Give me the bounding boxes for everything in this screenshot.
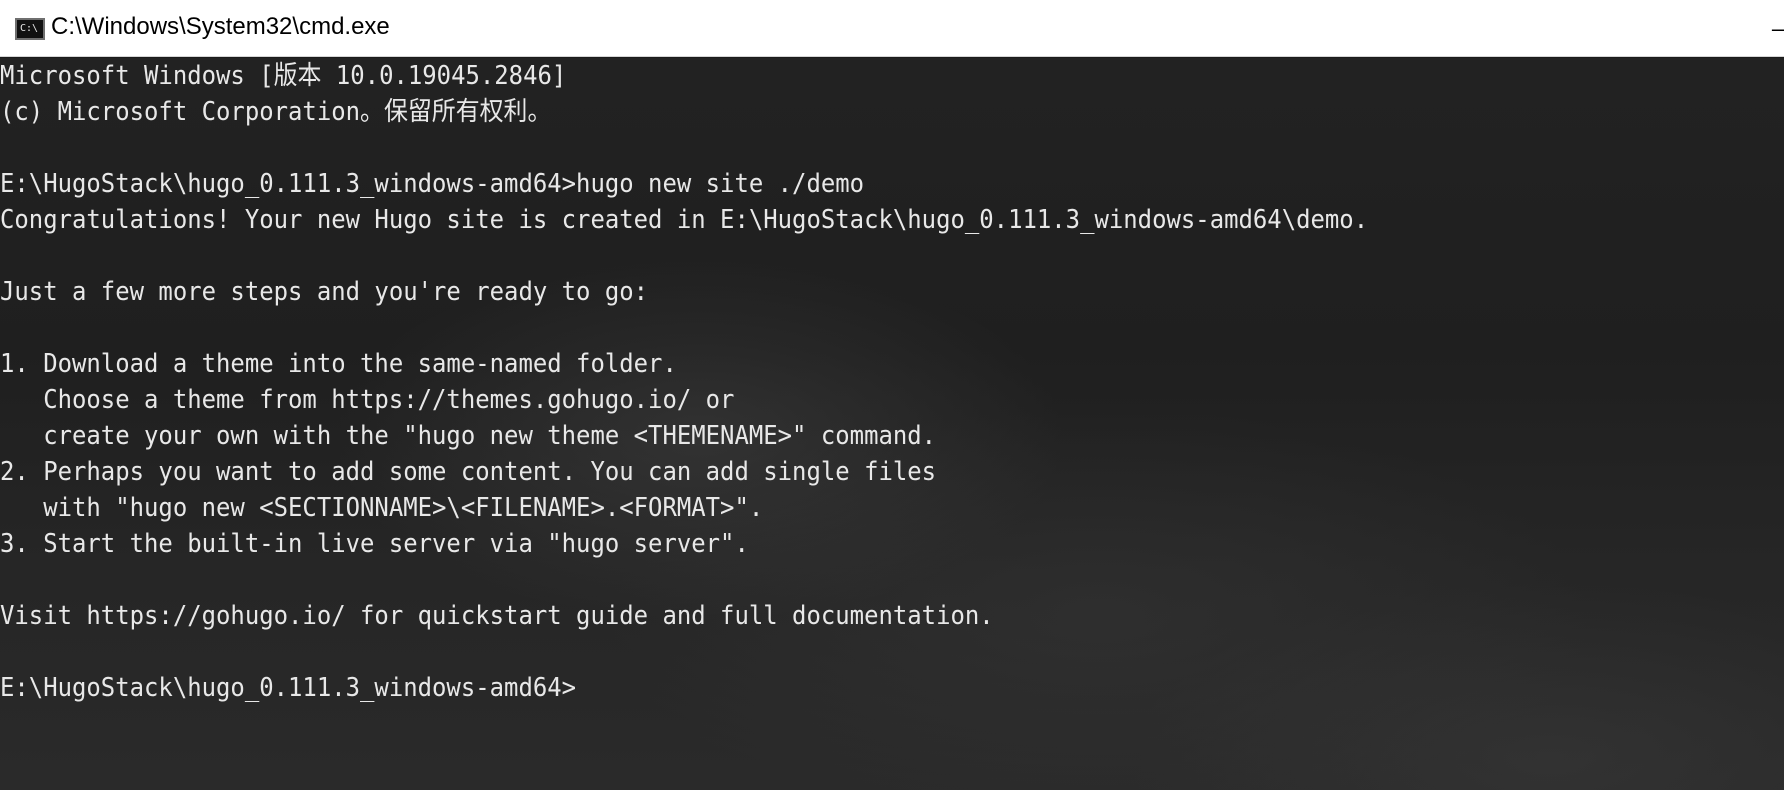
console-line: 1. Download a theme into the same-named … bbox=[0, 349, 677, 379]
console-line: E:\HugoStack\hugo_0.111.3_windows-amd64>… bbox=[0, 169, 865, 199]
console-line: 3. Start the built-in live server via "h… bbox=[0, 529, 749, 559]
console-line: with "hugo new <SECTIONNAME>\<FILENAME>.… bbox=[0, 493, 764, 523]
cmd-window: C:\ C:\Windows\System32\cmd.exe – Micros… bbox=[0, 0, 1784, 790]
console-line: (c) Microsoft Corporation。保留所有权利。 bbox=[0, 97, 552, 127]
console-lines: Microsoft Windows [版本 10.0.19045.2846] (… bbox=[0, 58, 1487, 706]
cmd-app-icon[interactable]: C:\ bbox=[15, 18, 45, 40]
minimize-button[interactable]: – bbox=[1755, 0, 1784, 57]
command-prompt[interactable]: E:\HugoStack\hugo_0.111.3_windows-amd64> bbox=[0, 670, 1368, 706]
window-title: C:\Windows\System32\cmd.exe bbox=[51, 13, 390, 40]
console-line: Visit https://gohugo.io/ for quickstart … bbox=[0, 601, 994, 631]
console-line: Choose a theme from https://themes.gohug… bbox=[0, 385, 735, 415]
console-output[interactable]: Microsoft Windows [版本 10.0.19045.2846] (… bbox=[0, 58, 1784, 790]
console-line: 2. Perhaps you want to add some content.… bbox=[0, 457, 937, 487]
title-bar[interactable]: C:\ C:\Windows\System32\cmd.exe – bbox=[0, 0, 1784, 57]
console-line: Microsoft Windows [版本 10.0.19045.2846] bbox=[0, 61, 567, 91]
console-line: Congratulations! Your new Hugo site is c… bbox=[0, 205, 1369, 235]
console-line: create your own with the "hugo new theme… bbox=[0, 421, 937, 451]
console-line: Just a few more steps and you're ready t… bbox=[0, 277, 649, 307]
